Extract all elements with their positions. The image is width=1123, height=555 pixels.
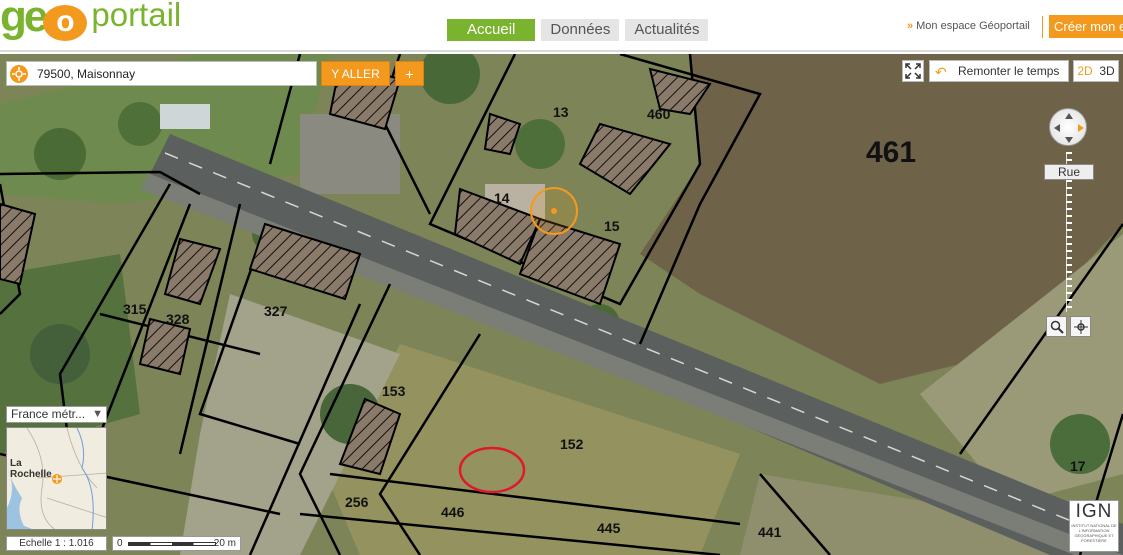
compass-pan-control[interactable] [1049, 108, 1087, 146]
tab-donnees[interactable]: Données [541, 19, 620, 41]
compass-arrows-icon [1054, 113, 1084, 143]
tab-accueil[interactable]: Accueil [447, 19, 536, 41]
creer-compte-button[interactable]: Créer mon e [1049, 15, 1123, 38]
search-input[interactable] [37, 66, 307, 81]
view-2d-button[interactable]: 2D [1077, 61, 1092, 81]
territory-select-value: France métr... [11, 407, 86, 421]
ign-logo[interactable]: IGN INSTITUT NATIONAL DE L'INFORMATION G… [1069, 500, 1119, 552]
scale-bar: 0 20 m [112, 536, 241, 551]
search-box [6, 61, 317, 86]
header: ge o portail Accueil Données Actualités »… [0, 0, 1123, 52]
overview-city-label: La Rochelle [10, 458, 52, 480]
zoom-level-rue[interactable]: Rue [1044, 164, 1094, 180]
dropdown-triangle-icon: ▼ [92, 408, 103, 420]
center-map-button[interactable] [1070, 316, 1091, 337]
plus-button[interactable]: + [395, 61, 424, 86]
territory-select[interactable]: France métr... ▼ [6, 406, 107, 423]
map-view[interactable]: 13 460 461 14 15 315 328 327 153 152 256… [0, 54, 1123, 555]
geoportail-logo[interactable]: ge o portail [0, 0, 182, 41]
ign-logo-title: IGN [1075, 501, 1113, 522]
parcel-number: 446 [441, 504, 465, 520]
search-tools-icon[interactable] [7, 62, 31, 86]
parcel-number: 460 [647, 106, 671, 122]
parcel-number: 327 [264, 303, 288, 319]
fullscreen-icon [905, 63, 921, 79]
magnifier-icon [1050, 320, 1064, 334]
parcel-number: 152 [560, 436, 584, 452]
parcel-number: 315 [123, 301, 147, 317]
chevron-right-icon: » [907, 20, 914, 32]
mon-espace-link[interactable]: » Mon espace Géoportail [907, 20, 1030, 32]
logo-geo-text: ge [0, 0, 48, 41]
view-mode-toggle: 2D 3D [1073, 60, 1119, 82]
parcel-number: 461 [866, 136, 917, 169]
overview-map[interactable]: La Rochelle [6, 427, 107, 530]
main-nav: Accueil Données Actualités [447, 19, 709, 41]
parcel-number: 328 [166, 311, 190, 327]
remonter-label: Remonter le temps [958, 64, 1060, 78]
fullscreen-button[interactable] [902, 60, 924, 82]
logo-portail: portail [91, 0, 182, 33]
geoportail-app: ge o portail Accueil Données Actualités »… [0, 0, 1123, 555]
logo-o: o [43, 5, 88, 41]
parcel-number: 441 [758, 524, 782, 540]
parcel-number: 445 [597, 520, 621, 536]
scale-bar-graphic [128, 542, 216, 546]
ign-logo-subtitle: INSTITUT NATIONAL DE L'INFORMATION GÉOGR… [1071, 523, 1117, 543]
aerial-map-imagery [0, 54, 1123, 555]
scale-ratio: Echelle 1 : 1.016 [6, 536, 107, 551]
view-3d-button[interactable]: 3D [1099, 61, 1114, 81]
parcel-number: 13 [553, 104, 569, 120]
yaller-button[interactable]: Y ALLER [321, 61, 390, 86]
parcel-number: 15 [604, 218, 620, 234]
undo-arrow-icon: ↶ [935, 64, 947, 80]
zoom-box-button[interactable] [1046, 316, 1067, 337]
scale-bar-end: 20 m [213, 538, 236, 549]
parcel-number: 153 [382, 383, 406, 399]
parcel-number: 17 [1070, 458, 1086, 474]
tab-actualites[interactable]: Actualités [625, 19, 709, 41]
header-divider [1042, 16, 1043, 38]
mon-espace-label: Mon espace Géoportail [916, 20, 1030, 32]
scale-bar-start: 0 [117, 538, 123, 549]
parcel-number: 256 [345, 494, 369, 510]
crosshair-icon [1073, 319, 1088, 334]
parcel-number: 14 [494, 190, 510, 206]
logo-geo: ge o [0, 0, 88, 41]
remonter-le-temps-button[interactable]: ↶ Remonter le temps [929, 60, 1069, 82]
